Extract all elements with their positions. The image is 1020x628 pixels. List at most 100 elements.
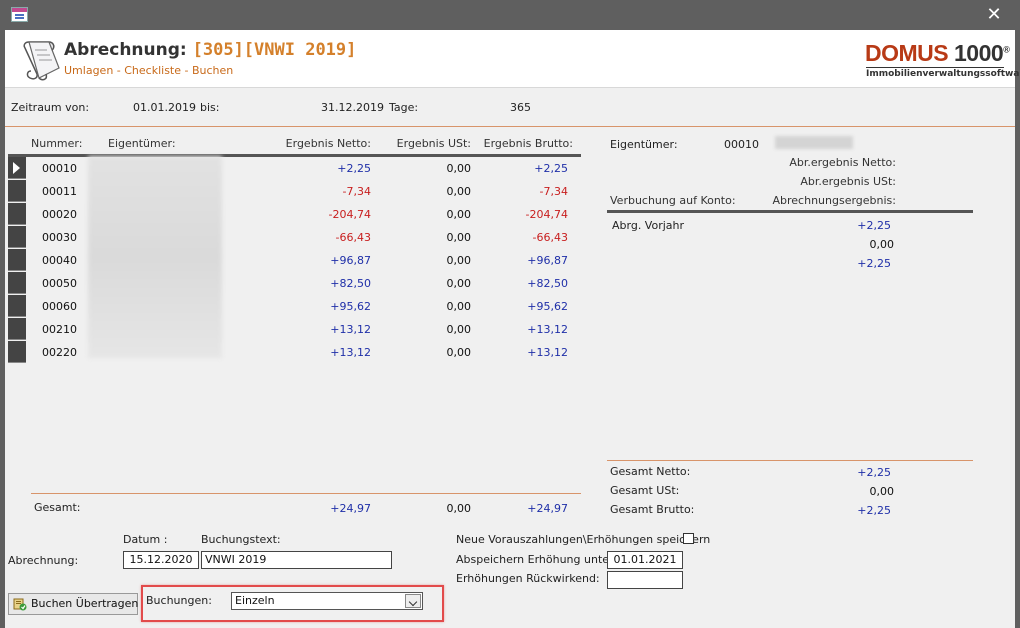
cell-ust[interactable]: 0,00 (371, 208, 472, 221)
buchungen-select[interactable]: Einzeln (231, 592, 423, 610)
row-selector[interactable] (8, 180, 26, 202)
cell-ust[interactable]: 0,00 (371, 323, 472, 336)
cell-brutto[interactable]: -66,43 (471, 231, 568, 244)
logo-registered: ® (1003, 44, 1010, 55)
cell-ust[interactable]: 0,00 (371, 162, 472, 175)
sum-brutto-value: +2,25 (857, 504, 891, 517)
cell-brutto[interactable]: +95,62 (471, 300, 568, 313)
breadcrumb: Umlagen - Checkliste - Buchen (64, 64, 234, 77)
period-days-value: 365 (510, 101, 531, 114)
datum-field[interactable]: 15.12.2020 (123, 551, 199, 569)
cell-netto[interactable]: +13,12 (271, 323, 371, 336)
detail-abr-ust-label: Abr.ergebnis USt: (800, 175, 896, 188)
sum-ust-label: Gesamt USt: (610, 484, 680, 497)
title-code: [305][VNWI 2019] (192, 40, 357, 60)
cell-brutto[interactable]: +13,12 (471, 346, 568, 359)
cell-ust[interactable]: 0,00 (371, 185, 472, 198)
detail-value-3: +2,25 (857, 257, 891, 270)
buchungen-selected-value: Einzeln (235, 594, 275, 607)
abspeichern-field[interactable]: 01.01.2021 (607, 551, 683, 569)
detail-owner-name-redacted (775, 136, 853, 149)
domus-logo: DOMUS 1000® Immobilienverwaltungssoftwar… (865, 40, 1020, 80)
cell-netto[interactable]: +13,12 (271, 346, 371, 359)
period-from-value: 01.01.2019 (133, 101, 196, 114)
cell-brutto[interactable]: -7,34 (471, 185, 568, 198)
cell-ust[interactable]: 0,00 (371, 254, 472, 267)
title-bar: ✕ (0, 0, 1020, 30)
period-from-label: Zeitraum von: (11, 101, 90, 114)
row-selector[interactable] (8, 203, 26, 225)
cell-ust[interactable]: 0,00 (371, 346, 472, 359)
logo-subtitle: Immobilienverwaltungssoftware (866, 67, 1020, 79)
cell-ust[interactable]: 0,00 (371, 300, 472, 313)
cell-brutto[interactable]: +96,87 (471, 254, 568, 267)
sum-netto-label: Gesamt Netto: (610, 465, 691, 478)
cell-brutto[interactable]: -204,74 (471, 208, 568, 221)
cell-brutto[interactable]: +13,12 (471, 323, 568, 336)
detail-result-label: Abrechnungsergebnis: (772, 194, 897, 207)
cell-netto[interactable]: +82,50 (271, 277, 371, 290)
form-icon (11, 7, 28, 22)
cell-ust[interactable]: 0,00 (371, 231, 472, 244)
totals-divider (31, 493, 581, 494)
buchen-uebertragen-button[interactable]: Buchen Übertragen (8, 593, 138, 615)
row-selector[interactable] (8, 272, 26, 294)
scroll-icon (23, 41, 60, 81)
cell-brutto[interactable]: +2,25 (471, 162, 568, 175)
abspeichern-label: Abspeichern Erhöhung unter: (456, 553, 618, 566)
total-brutto: +24,97 (527, 502, 568, 515)
period-days-label: Tage: (389, 101, 419, 114)
form-area: Abrechnung: [305][VNWI 2019] Umlagen - C… (5, 30, 1020, 628)
cell-netto[interactable]: +95,62 (271, 300, 371, 313)
cell-netto[interactable]: -66,43 (271, 231, 371, 244)
buchungstext-field[interactable]: VNWI 2019 (201, 551, 392, 569)
col-header-ust: Ergebnis USt: (396, 137, 471, 150)
neue-vorauszahlungen-label: Neue Vorauszahlungen\Erhöhungen speicher… (456, 533, 711, 546)
cell-netto[interactable]: +2,25 (271, 162, 371, 175)
total-ust: 0,00 (446, 502, 472, 515)
col-header-brutto: Ergebnis Brutto: (483, 137, 573, 150)
cell-brutto[interactable]: +82,50 (471, 277, 568, 290)
sum-ust-value: 0,00 (869, 485, 895, 498)
col-header-eigentuemer: Eigentümer: (108, 137, 176, 150)
cell-ust[interactable]: 0,00 (371, 277, 472, 290)
cell-netto[interactable]: -7,34 (271, 185, 371, 198)
logo-number: 1000 (954, 40, 1004, 66)
period-to-label: bis: (200, 101, 220, 114)
row-selector[interactable] (8, 157, 26, 179)
rueckwirkend-label: Erhöhungen Rückwirkend: (456, 572, 600, 585)
owner-names-redacted (88, 156, 222, 358)
chevron-down-icon[interactable] (405, 594, 421, 608)
neue-vorauszahlungen-checkbox[interactable] (683, 533, 694, 544)
form-header: Abrechnung: [305][VNWI 2019] Umlagen - C… (5, 30, 1020, 88)
row-selector[interactable] (8, 226, 26, 248)
title-prefix: Abrechnung: (64, 40, 187, 60)
detail-konto-label: Verbuchung auf Konto: (610, 194, 736, 207)
divider (5, 126, 1015, 127)
cell-netto[interactable]: -204,74 (271, 208, 371, 221)
detail-owner-label: Eigentümer: (610, 138, 678, 151)
cell-netto[interactable]: +96,87 (271, 254, 371, 267)
rueckwirkend-field[interactable] (607, 571, 683, 589)
row-selector[interactable] (8, 318, 26, 340)
detail-header-divider (607, 210, 973, 213)
col-header-netto: Ergebnis Netto: (285, 137, 371, 150)
row-selector[interactable] (8, 295, 26, 317)
detail-abr-netto-label: Abr.ergebnis Netto: (789, 156, 896, 169)
col-header-nummer: Nummer: (31, 137, 83, 150)
sum-brutto-label: Gesamt Brutto: (610, 503, 695, 516)
detail-entry-value: +2,25 (857, 219, 891, 232)
buchen-uebertragen-label: Buchen Übertragen (31, 597, 139, 610)
row-selector[interactable] (8, 341, 26, 363)
logo-word: DOMUS (865, 40, 949, 66)
total-label: Gesamt: (34, 501, 81, 514)
book-transfer-icon (13, 598, 27, 611)
close-button[interactable]: ✕ (976, 2, 1012, 28)
row-selector[interactable] (8, 249, 26, 271)
detail-entry-label: Abrg. Vorjahr (612, 219, 685, 232)
buchungstext-label: Buchungstext: (201, 533, 281, 546)
total-netto: +24,97 (330, 502, 371, 515)
period-to-value: 31.12.2019 (321, 101, 384, 114)
abrechnung-label: Abrechnung: (8, 554, 79, 567)
buchungen-label: Buchungen: (146, 594, 212, 607)
